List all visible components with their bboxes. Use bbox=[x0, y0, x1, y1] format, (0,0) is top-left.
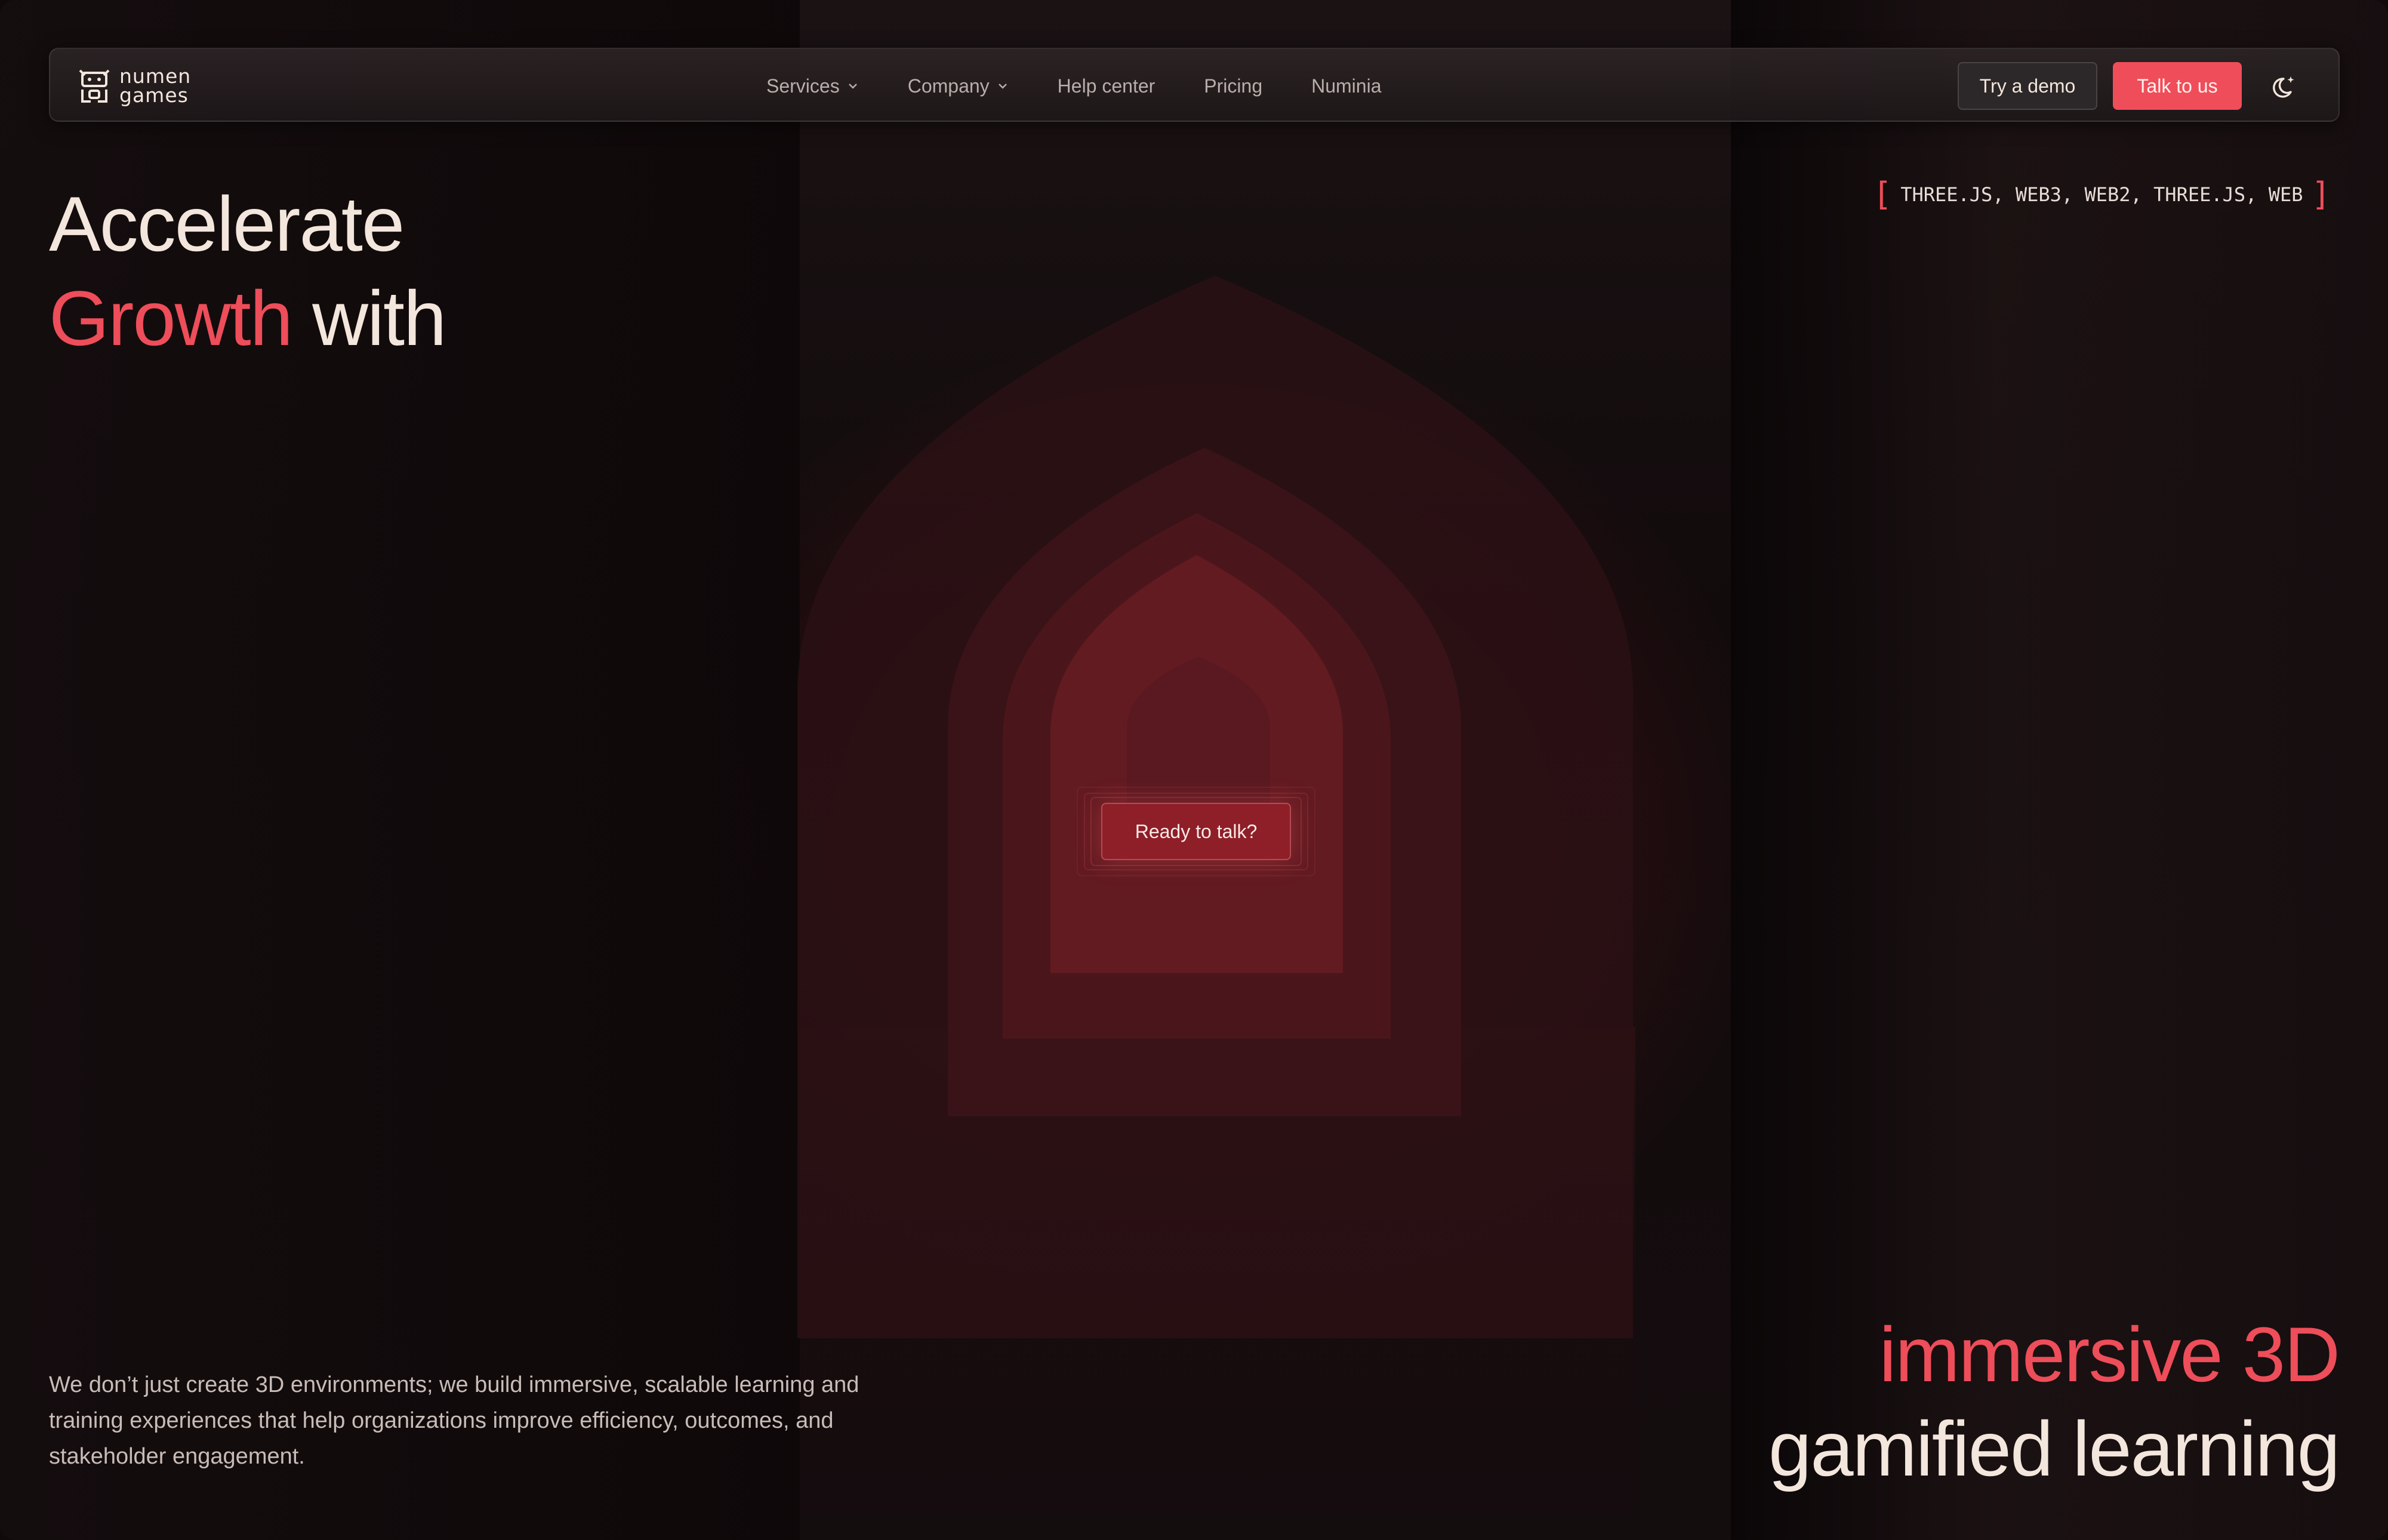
tech-stack-ticker: [ THREE.JS, WEB3, WEB2, THREE.JS, WEB ] bbox=[1865, 177, 2339, 212]
brand-logo[interactable]: numen games bbox=[78, 64, 191, 107]
ready-to-talk-button[interactable]: Ready to talk? bbox=[1101, 803, 1291, 860]
headline-line-1: Accelerate bbox=[49, 180, 405, 267]
center-cta: Ready to talk? bbox=[1077, 787, 1315, 876]
nav-item-label: Numinia bbox=[1311, 75, 1382, 97]
nav-item-pricing[interactable]: Pricing bbox=[1204, 75, 1262, 97]
bracket-left-icon: [ bbox=[1872, 175, 1893, 213]
hero-headline: Accelerate Growth with bbox=[49, 177, 446, 365]
logo-icon bbox=[79, 69, 110, 103]
talk-to-us-button[interactable]: Talk to us bbox=[2113, 62, 2242, 110]
headline-accent-word: Growth bbox=[49, 275, 293, 362]
tagline-line-2: gamified learning bbox=[1768, 1405, 2340, 1492]
tagline-line-1: immersive 3D bbox=[1879, 1311, 2340, 1398]
moon-icon bbox=[2273, 76, 2294, 98]
nav-item-company[interactable]: Company bbox=[908, 75, 1009, 97]
main-nav: Services Company Help center Pricing Num… bbox=[766, 49, 1381, 123]
brand-name-line2: games bbox=[119, 84, 189, 107]
chevron-down-icon bbox=[848, 84, 857, 89]
hero-tagline: immersive 3D gamified learning bbox=[1768, 1307, 2340, 1496]
tech-stack-text: THREE.JS, WEB3, WEB2, THREE.JS, WEB bbox=[1900, 183, 2303, 206]
nav-item-help-center[interactable]: Help center bbox=[1058, 75, 1156, 97]
nav-item-label: Company bbox=[907, 75, 990, 97]
nav-item-label: Services bbox=[766, 75, 840, 97]
headline-line-2: Growth with bbox=[49, 271, 446, 365]
chevron-down-icon bbox=[998, 84, 1007, 89]
nav-item-label: Help center bbox=[1057, 75, 1156, 97]
theme-toggle-button[interactable] bbox=[2269, 70, 2300, 101]
bracket-right-icon: ] bbox=[2311, 175, 2331, 213]
navbar: numen games Services Company Help center… bbox=[49, 48, 2340, 122]
try-demo-button[interactable]: Try a demo bbox=[1958, 62, 2097, 110]
nav-item-label: Pricing bbox=[1204, 75, 1263, 97]
nav-item-numinia[interactable]: Numinia bbox=[1311, 75, 1381, 97]
headline-rest: with bbox=[292, 275, 446, 362]
nav-item-services[interactable]: Services bbox=[766, 75, 859, 97]
hero-description: We don’t just create 3D environments; we… bbox=[49, 1372, 859, 1469]
